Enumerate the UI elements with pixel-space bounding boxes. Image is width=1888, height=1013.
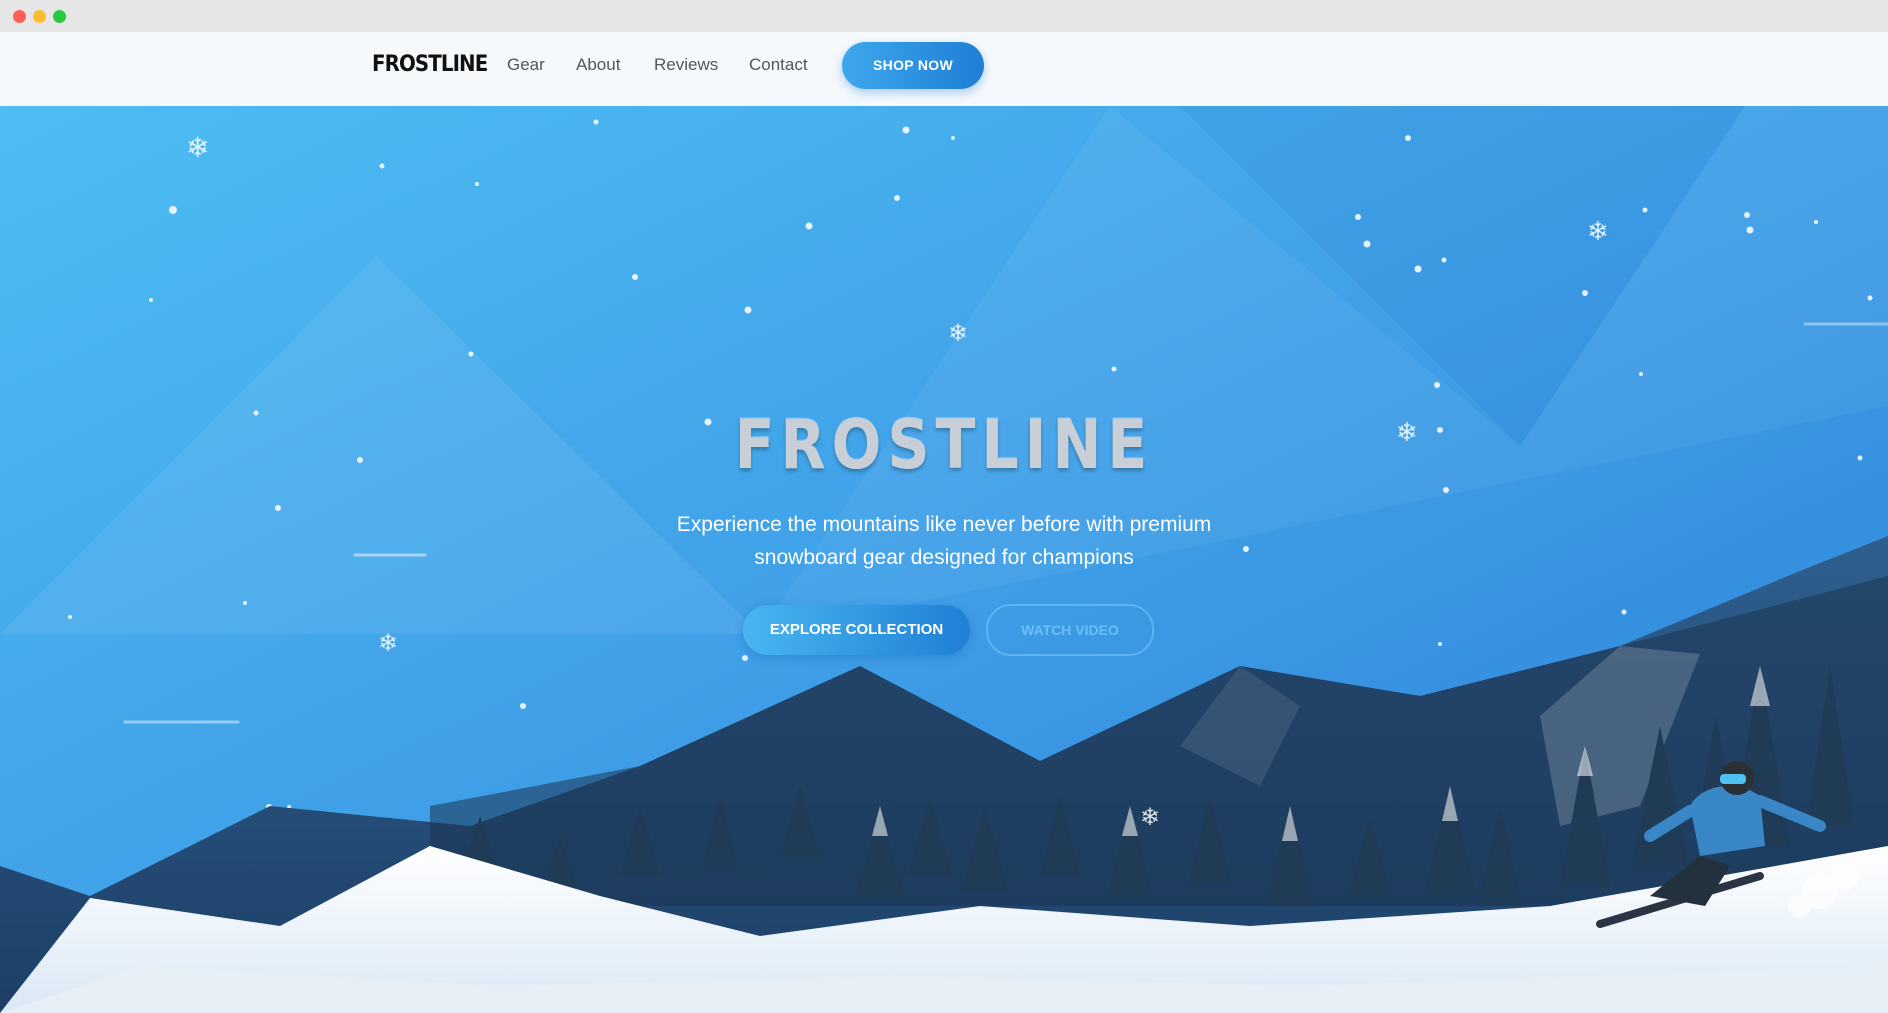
watch-video-button[interactable]: WATCH VIDEO xyxy=(986,604,1154,656)
close-window-button[interactable] xyxy=(13,10,26,23)
nav-link-contact[interactable]: Contact xyxy=(749,55,808,75)
nav-link-about[interactable]: About xyxy=(576,55,620,75)
window-titlebar xyxy=(0,0,1888,32)
site-logo[interactable]: FROSTLINE xyxy=(372,52,488,77)
shop-now-button[interactable]: SHOP NOW xyxy=(842,42,984,89)
hero-title: FROSTLINE xyxy=(734,406,1154,485)
minimize-window-button[interactable] xyxy=(33,10,46,23)
snowflake-icon: ❄ xyxy=(1587,216,1609,246)
snowflake-icon: ❄ xyxy=(1140,804,1161,831)
snowflake-icon: ❄ xyxy=(186,132,210,163)
nav-link-gear[interactable]: Gear xyxy=(507,55,545,75)
hero-subtitle: Experience the mountains like never befo… xyxy=(676,513,1212,569)
explore-collection-button[interactable]: EXPLORE COLLECTION xyxy=(743,605,970,655)
nav-link-reviews[interactable]: Reviews xyxy=(654,55,718,75)
maximize-window-button[interactable] xyxy=(53,10,66,23)
browser-window: FROSTLINE Gear About Reviews Contact SHO… xyxy=(0,0,1888,1013)
snowflake-icon: ❄ xyxy=(378,630,399,657)
snowflake-icon: ❄ xyxy=(948,320,969,347)
top-navbar: FROSTLINE Gear About Reviews Contact SHO… xyxy=(0,32,1888,107)
hero-section: ❄ ❄ ❄ ❄ ❄ ❄ FROSTLINE Experience the mou… xyxy=(0,106,1888,1013)
